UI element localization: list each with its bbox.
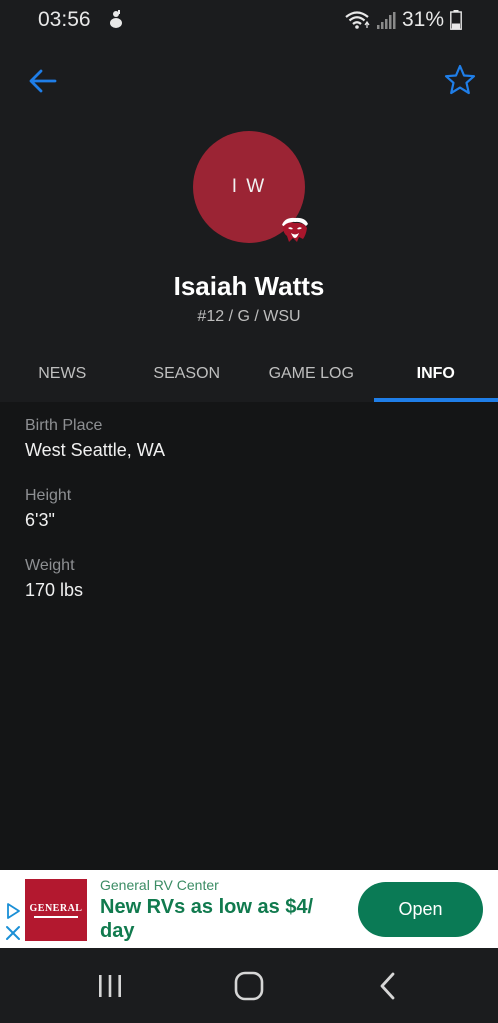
info-section: Birth Place West Seattle, WA Height 6'3"… (25, 416, 465, 626)
tab-bar: NEWS SEASON GAME LOG INFO (0, 346, 498, 402)
wifi-icon (345, 11, 370, 29)
player-name: Isaiah Watts (173, 271, 325, 301)
ad-logo[interactable]: GENERAL (25, 879, 87, 941)
status-time: 03:56 (38, 8, 91, 31)
info-label: Weight (25, 557, 75, 574)
home-icon[interactable] (233, 970, 265, 1002)
tab-info[interactable]: INFO (373, 346, 498, 402)
battery-percent: 31% (401, 8, 444, 31)
ad-headline[interactable]: New RVs as low as $4/ day (100, 895, 340, 943)
ad-logo-text: GENERAL (29, 902, 83, 914)
info-value: 6'3" (25, 510, 55, 530)
wsu-cougar-logo (282, 217, 308, 242)
info-label: Birth Place (25, 417, 103, 434)
signal-icon (376, 12, 396, 29)
status-icons: 31% (344, 6, 462, 34)
info-value: 170 lbs (25, 580, 84, 600)
star-outline-icon[interactable] (444, 64, 476, 96)
tab-game-log[interactable]: GAME LOG (249, 346, 374, 402)
info-label: Height (25, 487, 72, 504)
back-arrow-icon[interactable] (26, 64, 60, 98)
avatar-initials: I W (231, 176, 267, 197)
info-value: West Seattle, WA (25, 440, 166, 460)
info-height: Height 6'3" (25, 486, 465, 534)
battery-icon (450, 10, 462, 30)
ad-brand[interactable]: General RV Center (100, 877, 219, 893)
ad-close-icon[interactable] (4, 924, 22, 942)
back-icon[interactable] (372, 970, 404, 1002)
ad-logo-divider (34, 915, 78, 918)
recent-apps-icon[interactable] (94, 970, 126, 1002)
ad-open-button[interactable]: Open (358, 882, 483, 937)
player-header: I W Isaiah Watts #12 / G / WSU NEWS SEAS… (0, 40, 498, 402)
ad-choices-icon[interactable] (4, 902, 22, 920)
notification-icon (110, 10, 122, 28)
info-weight: Weight 170 lbs (25, 556, 465, 604)
ad-banner[interactable]: GENERAL General RV Center New RVs as low… (0, 870, 498, 948)
status-bar: 03:56 31% (0, 0, 498, 40)
system-nav-bar (0, 948, 498, 1023)
player-meta: #12 / G / WSU (197, 308, 301, 325)
info-birth-place: Birth Place West Seattle, WA (25, 416, 465, 464)
tab-news[interactable]: NEWS (0, 346, 125, 402)
tab-season[interactable]: SEASON (125, 346, 250, 402)
